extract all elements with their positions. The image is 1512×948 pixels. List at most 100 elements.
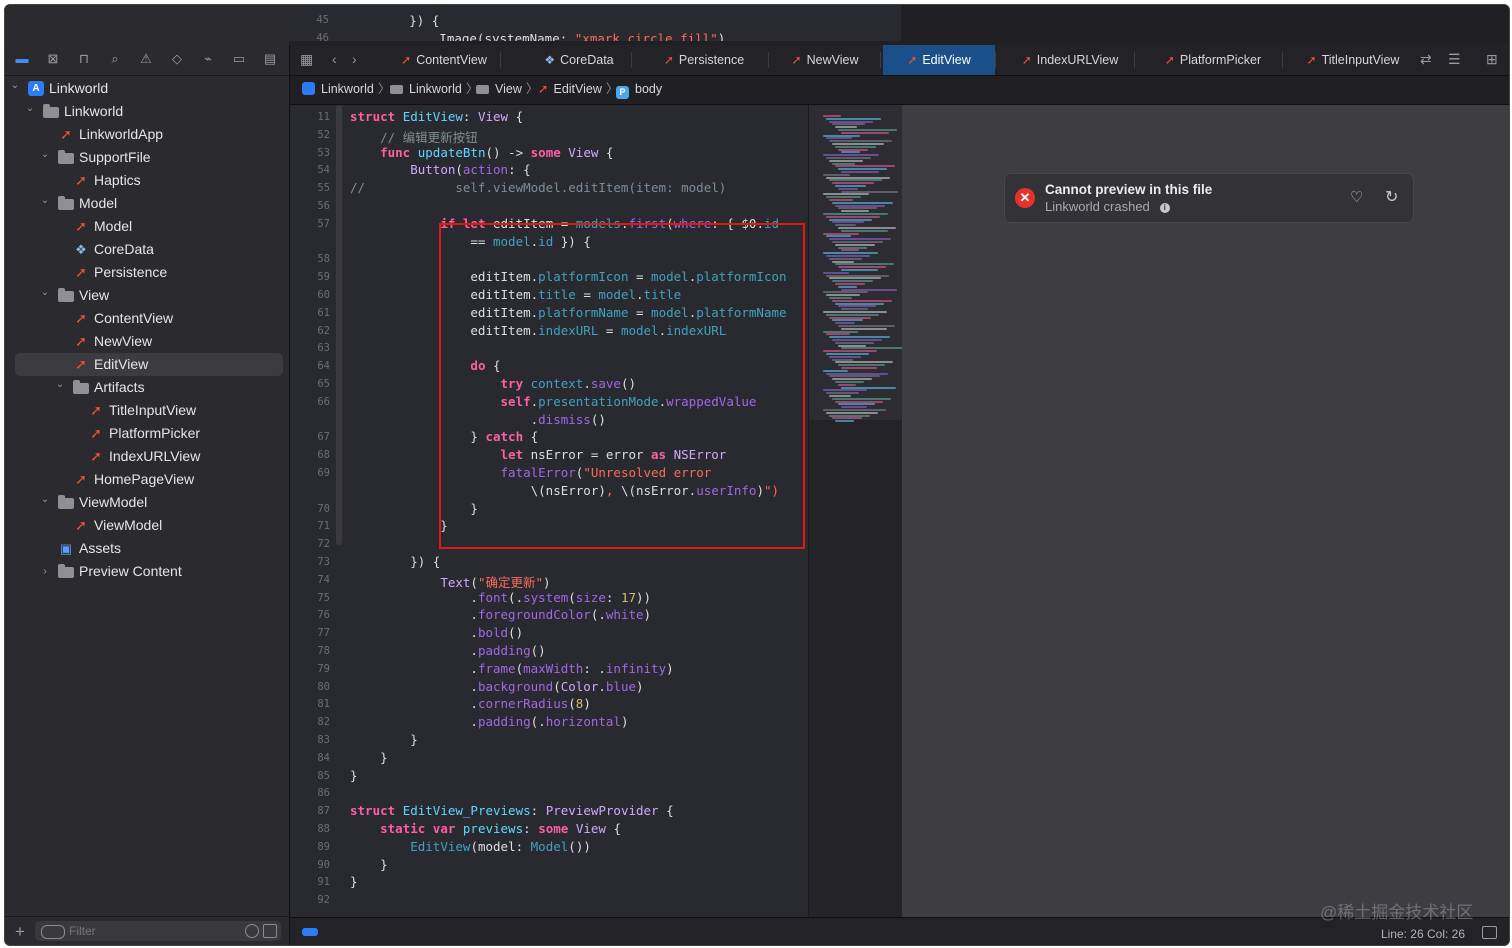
- minimap-line: [823, 350, 877, 353]
- tree-item-preview-content[interactable]: › Preview Content: [15, 560, 283, 583]
- code-line[interactable]: struct EditView_Previews: PreviewProvide…: [350, 803, 674, 818]
- toggle-panel-icon[interactable]: [1482, 926, 1497, 939]
- breakpoint-icon[interactable]: ▭: [231, 51, 247, 67]
- code-line[interactable]: }: [350, 874, 358, 889]
- recent-files-icon[interactable]: [245, 924, 259, 938]
- tab-editview[interactable]: ➚ EditView: [883, 45, 995, 75]
- minimap-line: [838, 364, 885, 367]
- code-line[interactable]: .font(.system(size: 17)): [350, 590, 651, 605]
- tree-item-supportfile[interactable]: ⌄ SupportFile: [15, 146, 283, 169]
- code-line[interactable]: struct EditView: View {: [350, 109, 523, 124]
- disclosure-chevron-icon[interactable]: ⌄: [39, 488, 51, 511]
- breadcrumb-label: EditView: [553, 82, 602, 96]
- filter-field[interactable]: Filter: [35, 921, 281, 941]
- tree-item-indexurlview[interactable]: ➚ IndexURLView: [15, 445, 283, 468]
- filter-options-icon[interactable]: [41, 925, 65, 939]
- tree-item-viewmodel[interactable]: ⌄ ViewModel: [15, 491, 283, 514]
- tree-item-homepageview[interactable]: ➚ HomePageView: [15, 468, 283, 491]
- folder-icon[interactable]: ▬: [14, 51, 30, 67]
- tree-item-artifacts[interactable]: ⌄ Artifacts: [15, 376, 283, 399]
- diagnostics-icon[interactable]: ♡: [1350, 188, 1363, 206]
- disclosure-chevron-icon[interactable]: ⌄: [24, 97, 36, 120]
- tree-item-linkworld[interactable]: ⌄ Linkworld: [15, 100, 283, 123]
- add-icon[interactable]: +: [15, 922, 25, 942]
- tab-coredata[interactable]: ❖ CoreData: [527, 45, 631, 75]
- tab-platformpicker[interactable]: ➚ PlatformPicker: [1144, 45, 1282, 75]
- tab-newview[interactable]: ➚ NewView: [770, 45, 880, 75]
- code-line[interactable]: .padding(): [350, 643, 545, 658]
- minimap-line: [838, 148, 868, 151]
- tree-item-coredata[interactable]: ❖ CoreData: [15, 238, 283, 261]
- tree-item-viewmodel[interactable]: ➚ ViewModel: [15, 514, 283, 537]
- source-control-filter-icon[interactable]: [263, 924, 277, 938]
- tree-item-haptics[interactable]: ➚ Haptics: [15, 169, 283, 192]
- breadcrumb-item[interactable]: Pbody: [616, 76, 662, 103]
- back-arrow-icon[interactable]: ‹: [332, 51, 337, 67]
- tab-indexurlview[interactable]: ➚ IndexURLView: [1006, 45, 1134, 75]
- code-line[interactable]: static var previews: some View {: [350, 821, 621, 836]
- tree-item-label: Linkworld: [49, 80, 109, 96]
- code-line[interactable]: Button(action: {: [350, 162, 530, 177]
- tree-item-titleinputview[interactable]: ➚ TitleInputView: [15, 399, 283, 422]
- disclosure-chevron-icon[interactable]: ⌄: [39, 189, 51, 212]
- find-icon[interactable]: ⌕: [107, 51, 123, 67]
- editor-scroll-indicator[interactable]: [336, 105, 342, 545]
- test-icon[interactable]: ◇: [169, 51, 185, 67]
- debug-area-toggle-icon[interactable]: [302, 928, 318, 936]
- code-line[interactable]: .cornerRadius(8): [350, 696, 590, 711]
- issue-icon[interactable]: ⚠: [138, 51, 154, 67]
- breadcrumb-item[interactable]: Linkworld 〉: [390, 76, 478, 103]
- minimap[interactable]: [808, 105, 906, 917]
- tab-contentview[interactable]: ➚ ContentView: [388, 45, 500, 75]
- forward-arrow-icon[interactable]: ›: [352, 51, 357, 67]
- grid-icon[interactable]: ▦: [300, 51, 313, 68]
- code-line[interactable]: }: [350, 768, 358, 783]
- tree-item-assets[interactable]: ▣ Assets: [15, 537, 283, 560]
- code-line[interactable]: }: [350, 857, 388, 872]
- tab-titleinputview[interactable]: ➚ TitleInputView: [1288, 45, 1418, 75]
- code-line[interactable]: .bold(): [350, 625, 523, 640]
- disclosure-chevron-icon[interactable]: ⌄: [9, 74, 21, 97]
- code-line[interactable]: // 编辑更新按钮: [350, 127, 478, 146]
- report-icon[interactable]: ▤: [262, 51, 278, 67]
- editor-options-icon[interactable]: ☰: [1448, 51, 1461, 68]
- disclosure-chevron-icon[interactable]: ›: [39, 560, 51, 583]
- code-line[interactable]: EditView(model: Model()): [350, 839, 591, 854]
- code-line[interactable]: }: [350, 518, 448, 533]
- code-line[interactable]: func updateBtn() -> some View {: [350, 145, 613, 160]
- tree-item-view[interactable]: ⌄ View: [15, 284, 283, 307]
- disclosure-chevron-icon[interactable]: ⌄: [39, 281, 51, 304]
- tree-item-linkworld[interactable]: ⌄ A Linkworld: [11, 77, 283, 100]
- code-line[interactable]: .background(Color.blue): [350, 679, 643, 694]
- code-line[interactable]: .foregroundColor(.white): [350, 607, 651, 622]
- breadcrumb-item[interactable]: Linkworld 〉: [302, 76, 390, 103]
- code-line[interactable]: }: [350, 732, 418, 747]
- refresh-icon[interactable]: ↻: [1385, 187, 1398, 207]
- code-line[interactable]: .padding(.horizontal): [350, 714, 628, 729]
- source-control-icon[interactable]: ⊠: [45, 51, 61, 67]
- add-editor-icon[interactable]: ⊞: [1486, 51, 1498, 68]
- tree-item-linkworldapp[interactable]: ➚ LinkworldApp: [15, 123, 283, 146]
- disclosure-chevron-icon[interactable]: ⌄: [39, 143, 51, 166]
- code-line[interactable]: // self.viewModel.editItem(item: model): [350, 180, 726, 195]
- symbol-icon[interactable]: ⊓: [76, 51, 92, 67]
- minimap-line: [841, 406, 867, 409]
- disclosure-chevron-icon[interactable]: ⌄: [54, 373, 66, 396]
- info-icon[interactable]: i: [1159, 203, 1170, 213]
- tree-item-contentview[interactable]: ➚ ContentView: [15, 307, 283, 330]
- tree-item-model[interactable]: ➚ Model: [15, 215, 283, 238]
- tree-item-model[interactable]: ⌄ Model: [15, 192, 283, 215]
- debug-icon[interactable]: ⌁: [200, 51, 216, 67]
- tree-item-platformpicker[interactable]: ➚ PlatformPicker: [15, 422, 283, 445]
- code-line[interactable]: }: [350, 750, 388, 765]
- breadcrumb-item[interactable]: View 〉: [476, 76, 538, 103]
- tab-persistence[interactable]: ➚ Persistence: [640, 45, 768, 75]
- code-line[interactable]: .frame(maxWidth: .infinity): [350, 661, 673, 676]
- minimap-line: [823, 154, 879, 157]
- breadcrumb-item[interactable]: ➚ EditView 〉: [538, 76, 618, 103]
- code-line[interactable]: }) {: [350, 554, 440, 569]
- swap-icon[interactable]: ⇄: [1420, 51, 1432, 68]
- tree-item-newview[interactable]: ➚ NewView: [15, 330, 283, 353]
- code-line[interactable]: Text("确定更新"): [350, 572, 550, 591]
- tree-item-persistence[interactable]: ➚ Persistence: [15, 261, 283, 284]
